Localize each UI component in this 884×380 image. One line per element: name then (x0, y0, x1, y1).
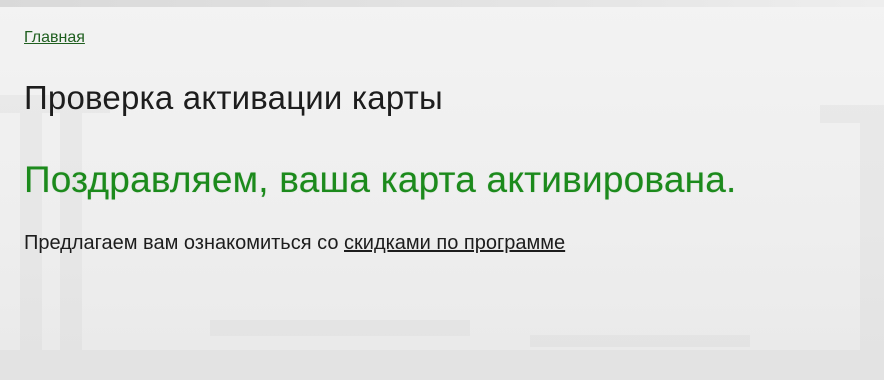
main-content: Главная Проверка активации карты Поздрав… (24, 28, 864, 256)
page-title: Проверка активации карты (24, 79, 443, 116)
promo-text-prefix: Предлагаем вам ознакомиться со (24, 232, 345, 254)
discounts-program-link[interactable]: скидками по программе (344, 232, 565, 254)
top-strip (0, 0, 884, 7)
promo-text: Предлагаем вам ознакомиться со скидками … (24, 230, 864, 256)
breadcrumb-home-link[interactable]: Главная (24, 28, 85, 48)
activation-success-message: Поздравляем, ваша карта активирована. (24, 159, 737, 200)
